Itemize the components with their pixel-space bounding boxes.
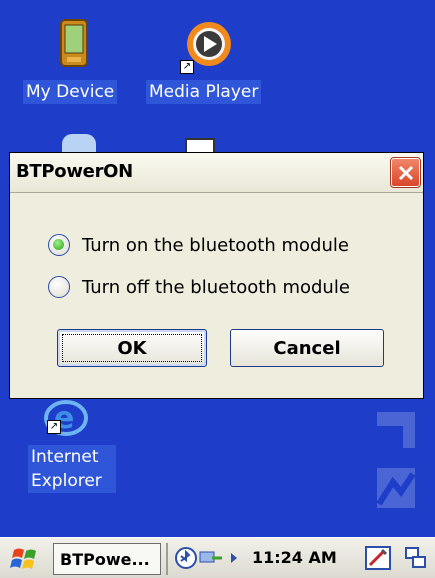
taskbar: BTPowe... 11:24 AM (0, 537, 435, 578)
tray-separator (166, 543, 168, 575)
partial-desktop-icon-2 (185, 138, 215, 152)
radio-button-checked[interactable] (48, 234, 70, 256)
desktop-icon-my-device[interactable]: My Device (20, 14, 132, 110)
radio-option-label: Turn off the bluetooth module (82, 276, 350, 298)
bluetooth-tray-icon[interactable] (174, 546, 198, 570)
desktop-icon-media-player[interactable]: ↗ Media Player (143, 14, 278, 110)
taskbar-item-btpoweron[interactable]: BTPowe... (53, 543, 161, 575)
ok-button[interactable]: OK (57, 329, 207, 367)
switch-windows-icon[interactable] (404, 546, 428, 570)
close-button[interactable] (390, 157, 421, 188)
network-connection-icon[interactable] (198, 546, 224, 570)
radio-option-turn-on[interactable]: Turn on the bluetooth module (48, 231, 349, 259)
close-icon (398, 165, 414, 181)
input-panel-pen-icon[interactable] (364, 544, 392, 572)
internet-explorer-label: Internet Explorer (28, 445, 116, 493)
cancel-button[interactable]: Cancel (230, 329, 384, 367)
start-windows-flag-icon[interactable] (10, 544, 40, 574)
media-player-label: Media Player (146, 80, 262, 104)
focus-rect (62, 334, 202, 362)
shortcut-arrow-icon: ↗ (47, 420, 61, 434)
radio-button-unchecked[interactable] (48, 276, 70, 298)
dialog-titlebar[interactable]: BTPowerON (10, 153, 423, 193)
desktop-icon-internet-explorer[interactable]: e ↗ Internet Explorer (20, 398, 132, 508)
cancel-button-label: Cancel (273, 337, 341, 359)
shortcut-arrow-icon: ↗ (180, 60, 194, 74)
my-device-label: My Device (23, 80, 118, 104)
bt-power-dialog: BTPowerON Turn on the bluetooth module T… (9, 152, 424, 399)
partial-desktop-icon (62, 134, 96, 152)
radio-option-label: Turn on the bluetooth module (82, 234, 349, 256)
pda-device-icon (60, 19, 88, 67)
tray-expand-arrow-icon[interactable] (230, 552, 238, 564)
dialog-title: BTPowerON (16, 161, 133, 182)
radio-option-turn-off[interactable]: Turn off the bluetooth module (48, 273, 350, 301)
watermark-logo (376, 412, 416, 508)
taskbar-clock[interactable]: 11:24 AM (252, 548, 337, 567)
taskbar-item-label: BTPowe... (60, 549, 150, 569)
